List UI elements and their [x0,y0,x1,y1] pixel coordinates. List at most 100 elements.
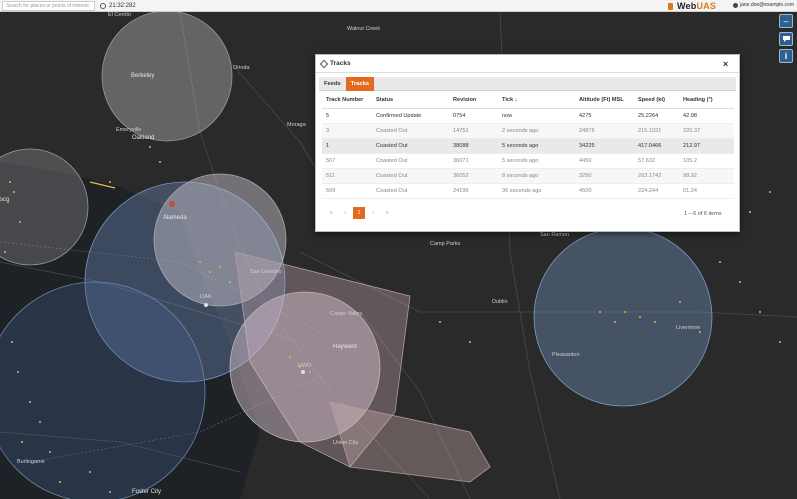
berkeley-zone[interactable] [101,12,233,142]
col-track-number[interactable]: Track Number [322,92,372,109]
map-label-sf-fragment: sco [0,197,10,203]
table-row[interactable]: 5 Confirmed Update 0754 now 4275 25.2264… [322,108,734,124]
cell-heading: 220.37 [679,123,734,139]
cell-heading: 212.97 [679,138,734,154]
table-row[interactable]: 507 Coasted Out 36071 5 seconds ago 4450… [322,153,734,169]
livermore-zone[interactable] [533,227,713,407]
cell-tick: now [498,108,575,124]
map-label-castro-valley: Castro Valley [330,311,363,317]
next-page-button[interactable]: › [367,207,379,219]
map-label-san-ramon: San Ramon [540,232,570,238]
tab-tracks[interactable]: Tracks [345,77,375,91]
first-page-button[interactable]: « [325,207,337,219]
cell-speed: 417.0466 [634,138,679,154]
route-icon [319,59,329,68]
cell-speed: 57.632 [634,153,679,169]
dialog-title: Tracks [330,60,351,67]
cell-track: 507 [322,153,372,169]
cell-revision: 14751 [449,123,498,139]
map-label-walnut-creek: Walnut Creek [347,26,381,32]
cell-tick: 8 seconds ago [498,168,575,184]
prev-page-button[interactable]: ‹ [339,207,351,219]
cell-altitude: 4500 [575,183,634,199]
cell-tick: 5 seconds ago [498,153,575,169]
cell-speed: 215.1021 [634,123,679,139]
cell-heading: 42.98 [679,108,734,124]
cell-revision: 36071 [449,153,498,169]
clock-time: 21:32:282 [109,2,136,9]
user-menu[interactable]: jane.doe@example.com [733,2,794,8]
cell-heading: 51.24 [679,183,734,199]
hwd-airport-marker[interactable] [301,370,305,374]
cell-track: 509 [322,183,372,199]
cell-track: 5 [322,108,372,124]
search-input[interactable]: Search for places or points of interest [2,0,95,11]
cell-altitude: 4450 [575,153,634,169]
cell-status: Coasted Out [372,153,449,169]
cell-track: 3 [322,123,372,139]
map-label-moraga: Moraga [287,122,306,128]
col-status[interactable]: Status [372,92,449,109]
cell-status: Coasted Out [372,138,449,154]
top-bar: Search for places or points of interest … [0,0,797,12]
cell-status: Coasted Out [372,168,449,184]
lock-icon [668,2,673,10]
close-icon[interactable]: × [723,59,728,69]
user-email: jane.doe@example.com [740,2,794,8]
last-page-button[interactable]: » [381,207,393,219]
clock-icon [100,2,106,9]
clock: 21:32:282 [100,2,136,9]
table-row[interactable]: 3 Coasted Out 14751 2 seconds ago 24875 … [322,123,734,139]
speech-bubble-icon [782,36,790,42]
cell-status: Coasted Out [372,123,449,139]
cell-speed: 263.1742 [634,168,679,184]
map-label-oakland: Oakland [132,135,155,141]
cell-tick: 5 seconds ago [498,138,575,154]
cell-status: Confirmed Update [372,108,449,124]
oak-airport-marker[interactable] [204,303,208,307]
cell-altitude: 34225 [575,138,634,154]
page-1-button[interactable]: 1 [353,207,365,219]
map-label-oak: OAK [200,294,212,300]
cell-status: Coasted Out [372,183,449,199]
table-header-row: Track Number Status Revision Tick ↓ Alti… [322,92,734,109]
map-label-san-leandro: San Leandro [250,269,282,275]
table-row[interactable]: 511 Coasted Out 36052 8 seconds ago 3250… [322,168,734,184]
chat-button[interactable] [779,32,793,46]
map-label-hwd: HWD [298,363,312,369]
map-label-burlingame: Burlingame [17,459,45,465]
map-label-emeryville: Emeryville [116,127,142,133]
items-count: 1 – 6 of 6 items [684,211,722,217]
map-label-livermore: Livermore [676,325,701,331]
cell-tick: 2 seconds ago [498,123,575,139]
col-tick[interactable]: Tick ↓ [498,92,575,109]
col-altitude[interactable]: Altitude (Ft) MSL [575,92,634,109]
tracks-table: Track Number Status Revision Tick ↓ Alti… [322,92,734,199]
col-heading[interactable]: Heading (°) [679,92,734,109]
collapse-button[interactable]: – [779,14,793,28]
dialog-tabs: Feeds Tracks [319,77,736,91]
map-label-orinda: Orinda [233,65,250,71]
cell-speed: 224.244 [634,183,679,199]
cell-revision: 36052 [449,168,498,184]
brand-logo: WebUAS [677,1,717,11]
table-row-selected[interactable]: 1 Coasted Out 38088 5 seconds ago 34225 … [322,138,734,154]
col-speed[interactable]: Speed (kt) [634,92,679,109]
cell-altitude: 24875 [575,123,634,139]
table-row[interactable]: 509 Coasted Out 24196 36 seconds ago 450… [322,183,734,199]
cell-speed: 25.2264 [634,108,679,124]
info-button[interactable]: i [779,49,793,63]
tab-feeds[interactable]: Feeds [319,77,346,91]
col-revision[interactable]: Revision [449,92,498,109]
cell-altitude: 3250 [575,168,634,184]
map-label-union-city: Union City [333,440,359,446]
cell-revision: 24196 [449,183,498,199]
map-label-alameda: Alameda [163,215,187,221]
pagination: « ‹ 1 › » [325,207,393,219]
map-label-dublin: Dublin [492,299,508,305]
cell-revision: 38088 [449,138,498,154]
map-label-hayward: Hayward [333,344,357,350]
cell-tick: 36 seconds ago [498,183,575,199]
map-label-berkeley: Berkeley [131,73,155,79]
track-position-marker[interactable] [169,201,175,207]
